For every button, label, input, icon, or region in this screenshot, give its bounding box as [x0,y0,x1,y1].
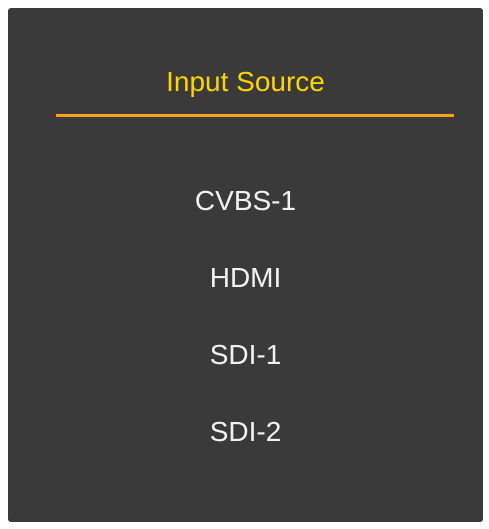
source-item-cvbs-1[interactable]: CVBS-1 [8,180,483,222]
title-underline-divider [56,114,454,117]
menu-title: Input Source [166,66,325,97]
source-item-sdi-1[interactable]: SDI-1 [8,334,483,376]
input-source-list: CVBS-1 HDMI SDI-1 SDI-2 [8,180,483,488]
input-source-menu: Input Source CVBS-1 HDMI SDI-1 SDI-2 [8,8,483,522]
source-item-sdi-2[interactable]: SDI-2 [8,411,483,453]
source-item-hdmi[interactable]: HDMI [8,257,483,299]
